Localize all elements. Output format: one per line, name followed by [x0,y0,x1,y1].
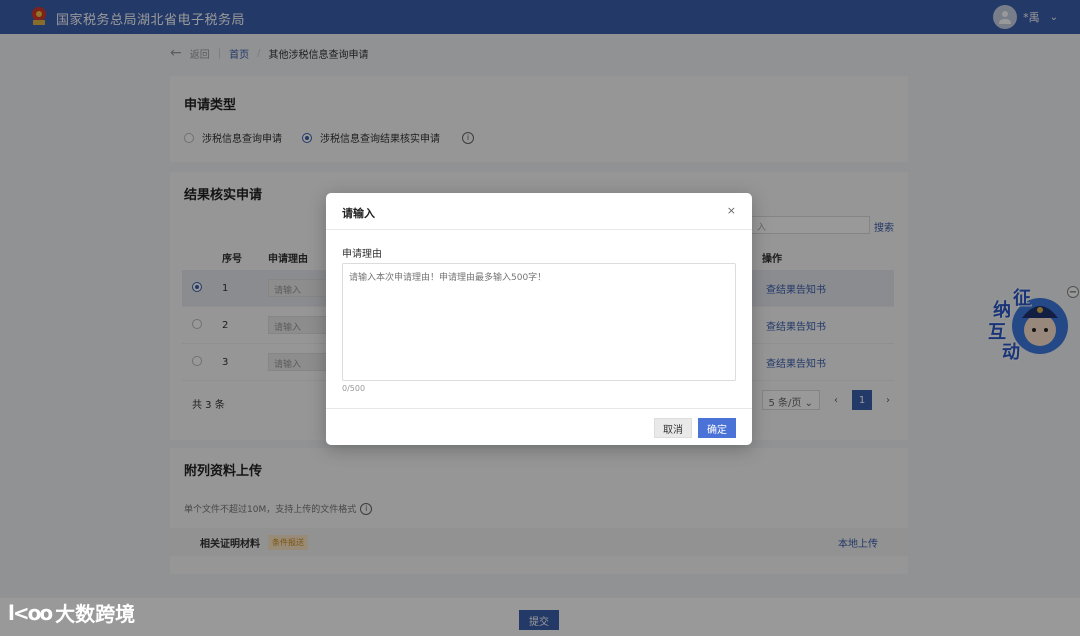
dialog-title: 请输入 [342,207,375,220]
confirm-button[interactable]: 确定 [698,418,736,438]
dialog-header: 请输入 × [326,193,752,230]
char-counter: 0/500 [342,384,366,393]
reason-dialog: 请输入 × 申请理由 0/500 取消 确定 [326,193,752,445]
watermark: l<oo 大数跨境 [8,598,135,627]
cancel-button[interactable]: 取消 [654,418,692,438]
reason-field-label: 申请理由 [342,249,382,260]
reason-textarea[interactable] [342,263,736,381]
dialog-footer: 取消 确定 [326,408,752,445]
watermark-text: 大数跨境 [55,602,136,626]
close-icon[interactable]: × [727,204,736,217]
watermark-logo: l<oo [8,600,53,625]
